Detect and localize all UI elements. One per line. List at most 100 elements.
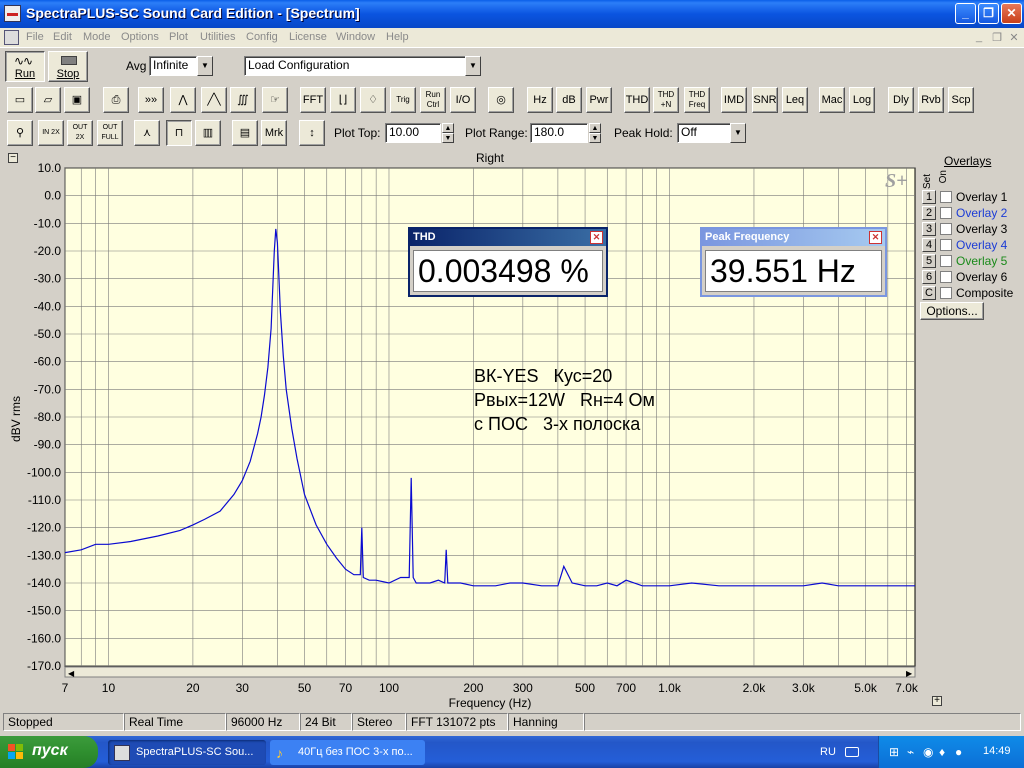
stop-button[interactable]: Stop [48,51,88,82]
config-dropdown-icon[interactable]: ▼ [465,56,481,76]
fast-forward-icon[interactable]: »» [138,87,164,113]
menu-help[interactable]: Help [386,31,409,43]
menu-plot[interactable]: Plot [169,31,188,43]
leq-button[interactable]: Leq [782,87,808,113]
task-spectraplus[interactable]: SpectraPLUS-SC Sou... [108,740,266,765]
expand-button[interactable]: + [932,696,942,706]
mdi-minimize-button[interactable]: _ [972,31,986,43]
thd-panel-close-button[interactable]: ✕ [590,231,603,244]
plot-range-input[interactable]: 180.0 [530,123,588,143]
overlay-checkbox[interactable] [940,223,952,235]
overlay-checkbox[interactable] [940,239,952,251]
mrk-button[interactable]: Mrk [261,120,287,146]
zoom-out-2x-button[interactable]: OUT 2X [67,120,93,146]
menu-window[interactable]: Window [336,31,375,43]
menu-mode[interactable]: Mode [83,31,111,43]
messenger-icon[interactable]: ● [955,745,969,759]
bar-plot-icon[interactable]: ▥ [195,120,221,146]
minimize-button[interactable]: _ [955,3,976,24]
plot-range-up-icon[interactable]: ▲ [589,123,601,133]
overlay-checkbox[interactable] [940,207,952,219]
peak-hold-select[interactable]: Off [677,123,731,143]
keyboard-icon[interactable] [845,747,859,757]
plot-range-down-icon[interactable]: ▼ [589,133,601,143]
pwr-button[interactable]: Pwr [586,87,612,113]
overlay-set-button[interactable]: 4 [922,238,936,252]
peak-frequency-close-button[interactable]: ✕ [869,231,882,244]
menu-edit[interactable]: Edit [53,31,72,43]
network-icon[interactable]: ⊞ [889,745,903,759]
overlay-checkbox[interactable] [940,255,952,267]
overlay-set-button[interactable]: 3 [922,222,936,236]
overlay-set-button[interactable]: C [922,286,936,300]
trig-button[interactable]: Trig [390,87,416,113]
snr-button[interactable]: SNR [752,87,778,113]
overlay-set-button[interactable]: 5 [922,254,936,268]
menu-options[interactable]: Options [121,31,159,43]
thd-freq-button[interactable]: THD Freq [684,87,710,113]
step-plot-icon[interactable]: ⊓ [166,120,192,146]
config-select[interactable]: Load Configuration [244,56,466,76]
overlay-set-button[interactable]: 6 [922,270,936,284]
hz-button[interactable]: Hz [527,87,553,113]
run-ctrl-button[interactable]: Run Ctrl [420,87,446,113]
scope-icon[interactable]: ⋀ [170,87,196,113]
grid-icon[interactable]: ▤ [232,120,258,146]
peak-frequency-panel[interactable]: Peak Frequency ✕ 39.551 Hz [700,227,887,297]
coil-icon[interactable]: ∭ [230,87,256,113]
menu-utilities[interactable]: Utilities [200,31,235,43]
thd-n-button[interactable]: THD +N [653,87,679,113]
overlay-checkbox[interactable] [940,287,952,299]
thd-panel[interactable]: THD ✕ 0.003498 % [408,227,608,297]
zoom-in-2x-button[interactable]: IN 2X [38,120,64,146]
task-folder[interactable]: ♪ 40Гц без ПОС 3-х по... [270,740,425,765]
menu-file[interactable]: File [26,31,44,43]
overlay-checkbox[interactable] [940,191,952,203]
range-icon[interactable]: ↕ [299,120,325,146]
plot-top-input[interactable]: 10.00 [385,123,441,143]
fft-button[interactable]: FFT [300,87,326,113]
rvb-button[interactable]: Rvb [918,87,944,113]
plot-top-up-icon[interactable]: ▲ [442,123,454,133]
log-button[interactable]: Log [849,87,875,113]
waveform-icon[interactable]: ╱╲ [201,87,227,113]
overlay-checkbox[interactable] [940,271,952,283]
line-plot-icon[interactable]: ⋏ [134,120,160,146]
io-button[interactable]: I/O [450,87,476,113]
close-button[interactable]: ✕ [1001,3,1022,24]
thd-button[interactable]: THD [624,87,650,113]
avg-select[interactable]: Infinite [149,56,197,76]
peak-hold-dropdown-icon[interactable]: ▼ [730,123,746,143]
overlay-options-button[interactable]: Options... [920,302,984,320]
avg-dropdown-icon[interactable]: ▼ [197,56,213,76]
dly-button[interactable]: Dly [888,87,914,113]
new-icon[interactable]: ▭ [7,87,33,113]
imd-button[interactable]: IMD [721,87,747,113]
overlay-set-button[interactable]: 1 [922,190,936,204]
document-icon[interactable] [4,30,19,45]
usb-icon[interactable]: ⌁ [907,745,921,759]
start-button[interactable]: пуск [0,736,98,768]
menu-license[interactable]: License [289,31,327,43]
window-icon[interactable]: ⌊⌋ [330,87,356,113]
mac-button[interactable]: Mac [819,87,845,113]
volume-icon[interactable]: ◉ [923,745,937,759]
mdi-close-button[interactable]: ✕ [1007,31,1021,44]
security-icon[interactable]: ♦ [939,745,953,759]
scp-button[interactable]: Scp [948,87,974,113]
bell-icon[interactable]: ♢ [360,87,386,113]
overlay-set-button[interactable]: 2 [922,206,936,220]
mdi-restore-button[interactable]: ❐ [990,31,1004,44]
run-button[interactable]: ∿∿ Run [5,51,45,82]
maximize-button[interactable]: ❐ [978,3,999,24]
hand-icon[interactable]: ☞ [262,87,288,113]
zoom-out-full-button[interactable]: OUT FULL [97,120,123,146]
signal-gen-icon[interactable]: ◎ [488,87,514,113]
print-icon[interactable]: ⎙ [103,87,129,113]
db-button[interactable]: dB [556,87,582,113]
plot-top-down-icon[interactable]: ▼ [442,133,454,143]
save-icon[interactable]: ▣ [64,87,90,113]
app-icon[interactable] [4,5,21,22]
language-indicator[interactable]: RU [820,746,836,758]
open-icon[interactable]: ▱ [35,87,61,113]
